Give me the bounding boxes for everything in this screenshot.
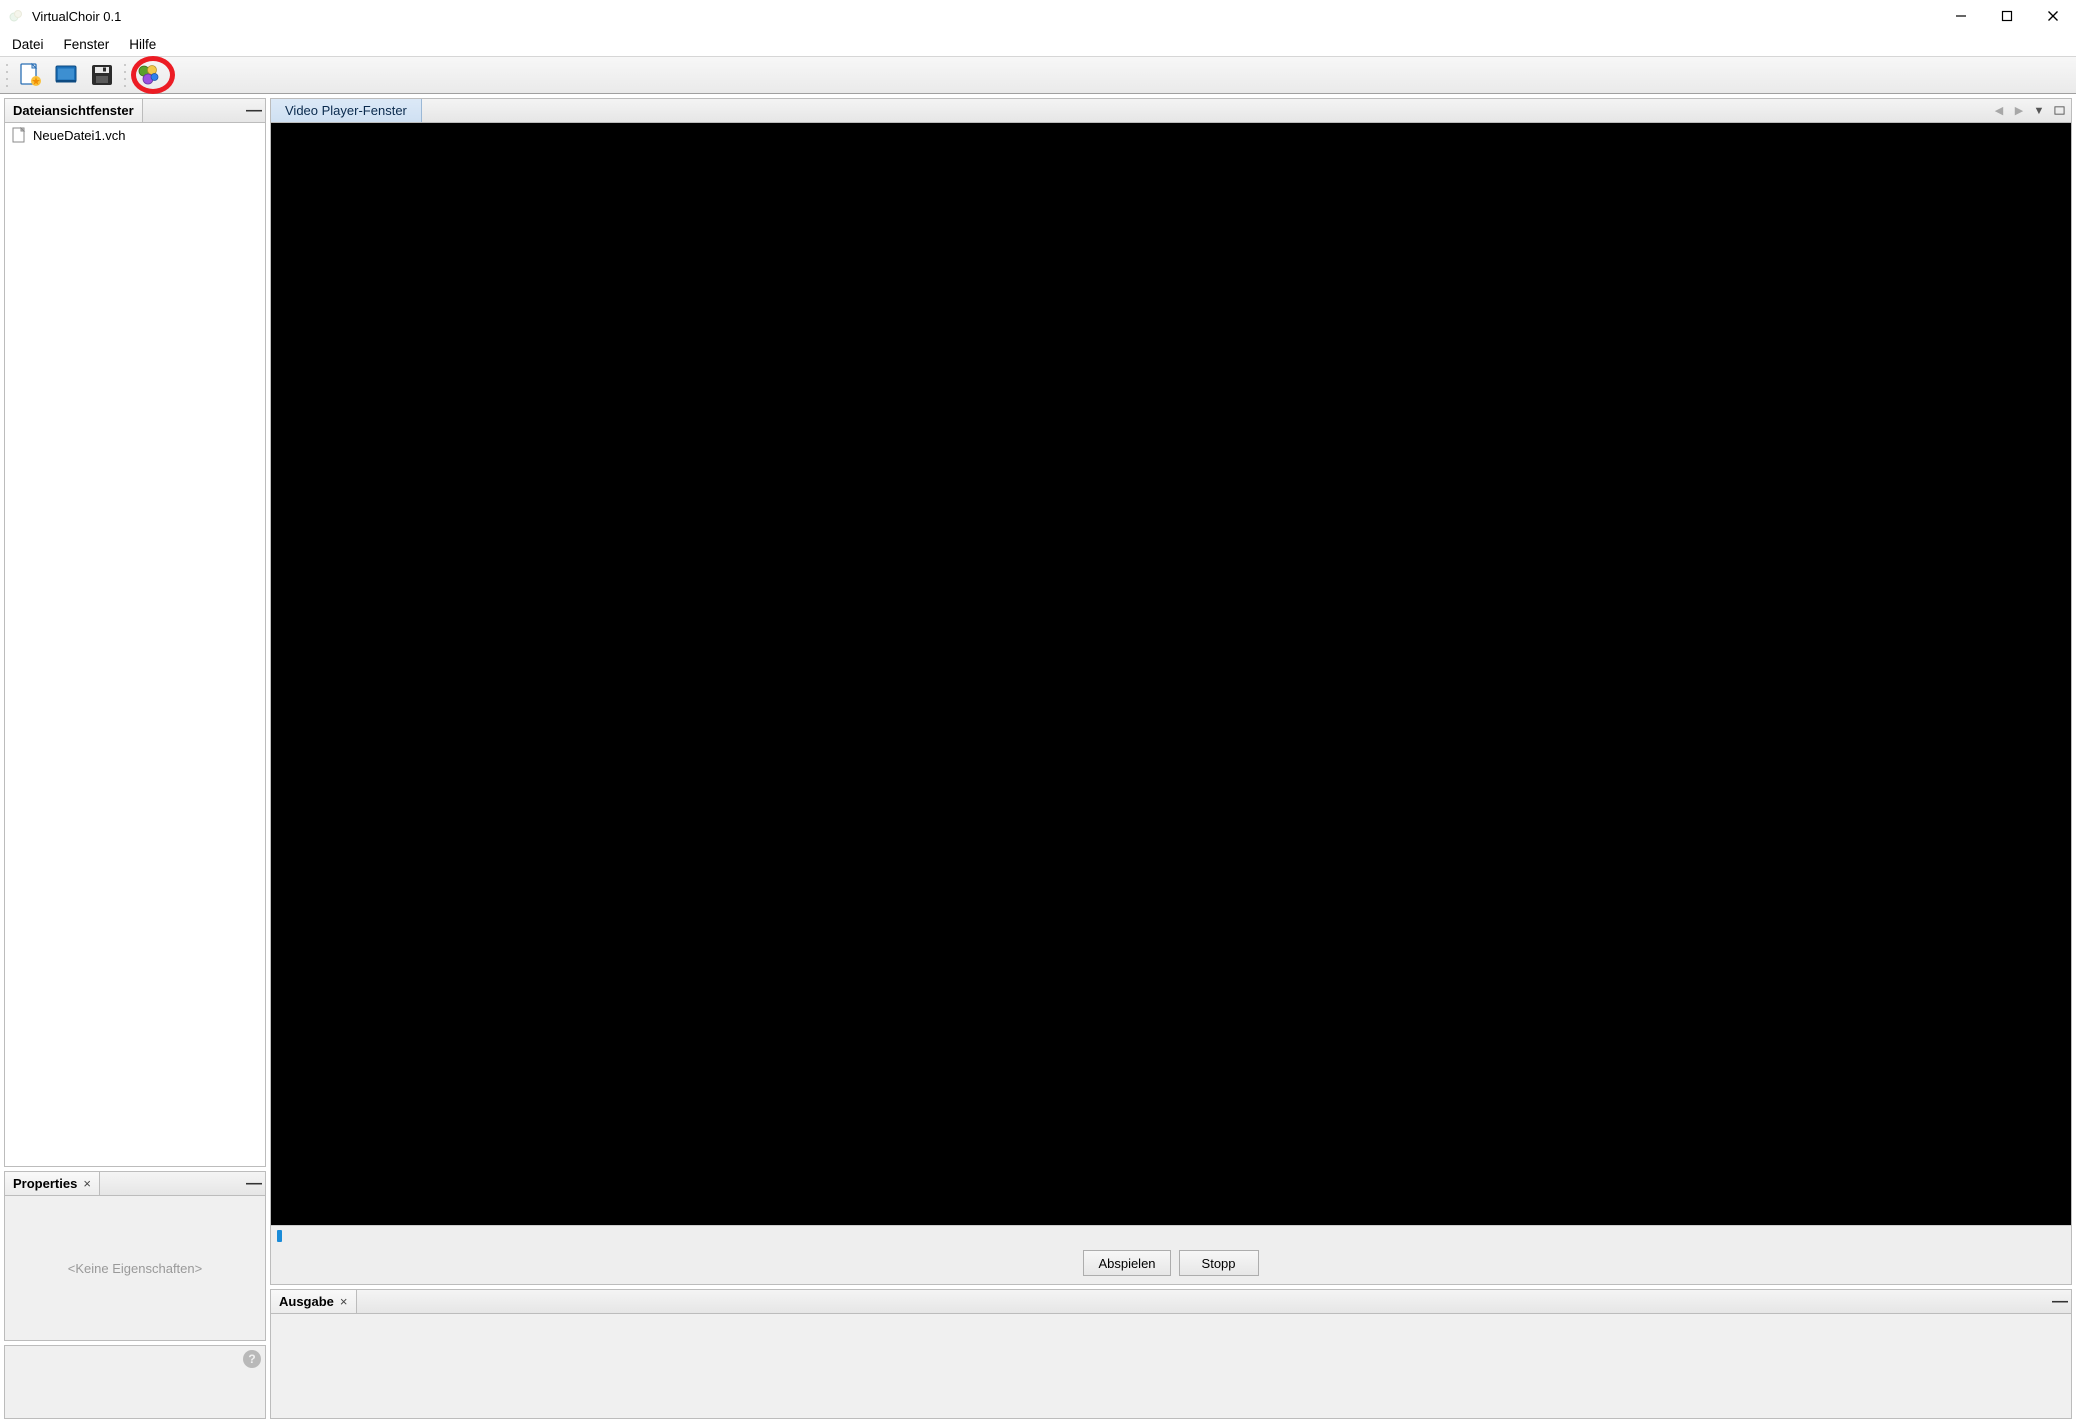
tab-next-icon: ▶ bbox=[2011, 103, 2027, 119]
app-title: VirtualChoir 0.1 bbox=[32, 9, 1938, 24]
video-progress[interactable] bbox=[277, 1230, 2065, 1240]
file-name: NeueDatei1.vch bbox=[33, 128, 126, 143]
video-viewport[interactable] bbox=[271, 123, 2071, 1225]
titlebar: VirtualChoir 0.1 bbox=[0, 0, 2076, 32]
right-column: Video Player-Fenster ◀ ▶ ▼ bbox=[270, 98, 2072, 1419]
output-header: Ausgabe × — bbox=[271, 1290, 2071, 1314]
properties-body: <Keine Eigenschaften> bbox=[5, 1196, 265, 1340]
new-file-icon bbox=[17, 62, 43, 88]
file-view-minimize[interactable]: — bbox=[243, 99, 265, 122]
file-view-header: Dateiansichtfenster — bbox=[5, 99, 265, 123]
people-button[interactable] bbox=[132, 59, 164, 91]
output-tab[interactable]: Ausgabe × bbox=[271, 1290, 357, 1313]
menu-file[interactable]: Datei bbox=[2, 35, 54, 54]
properties-tab[interactable]: Properties × bbox=[5, 1172, 100, 1195]
left-column: Dateiansichtfenster — NeueDatei1.vch bbox=[4, 98, 266, 1419]
window-controls bbox=[1938, 0, 2076, 32]
toolbar-grip-2 bbox=[123, 61, 127, 89]
hint-icon[interactable]: ? bbox=[243, 1350, 261, 1368]
tab-maximize-icon[interactable] bbox=[2051, 103, 2067, 119]
output-minimize[interactable]: — bbox=[2049, 1290, 2071, 1313]
app-window: VirtualChoir 0.1 Datei Fenster Hilfe bbox=[0, 0, 2076, 1423]
output-close-icon[interactable]: × bbox=[340, 1294, 348, 1309]
properties-panel: Properties × — <Keine Eigenschaften> bbox=[4, 1171, 266, 1341]
menubar: Datei Fenster Hilfe bbox=[0, 32, 2076, 56]
properties-title: Properties bbox=[13, 1176, 77, 1191]
maximize-button[interactable] bbox=[1984, 0, 2030, 32]
video-controls: Abspielen Stopp bbox=[271, 1225, 2071, 1284]
toolbar bbox=[0, 56, 2076, 94]
file-view-panel: Dateiansichtfenster — NeueDatei1.vch bbox=[4, 98, 266, 1167]
video-player-panel: Video Player-Fenster ◀ ▶ ▼ bbox=[270, 98, 2072, 1285]
properties-close-icon[interactable]: × bbox=[83, 1176, 91, 1191]
video-tab-label: Video Player-Fenster bbox=[285, 103, 407, 118]
new-file-button[interactable] bbox=[14, 59, 46, 91]
hint-panel: ? bbox=[4, 1345, 266, 1419]
minimize-button[interactable] bbox=[1938, 0, 1984, 32]
video-progress-thumb[interactable] bbox=[277, 1230, 282, 1242]
output-body bbox=[271, 1314, 2071, 1418]
toolbar-grip bbox=[5, 61, 9, 89]
file-list: NeueDatei1.vch bbox=[5, 123, 265, 1166]
open-folder-icon bbox=[53, 62, 79, 88]
playback-buttons: Abspielen Stopp bbox=[277, 1250, 2065, 1276]
tab-menu-icon[interactable]: ▼ bbox=[2031, 103, 2047, 119]
file-view-tab[interactable]: Dateiansichtfenster bbox=[5, 99, 143, 122]
app-icon bbox=[8, 8, 24, 24]
properties-minimize[interactable]: — bbox=[243, 1172, 265, 1195]
video-header-controls: ◀ ▶ ▼ bbox=[1991, 103, 2071, 119]
main-content: Dateiansichtfenster — NeueDatei1.vch bbox=[0, 94, 2076, 1423]
open-button[interactable] bbox=[50, 59, 82, 91]
file-view-title: Dateiansichtfenster bbox=[13, 103, 134, 118]
play-button[interactable]: Abspielen bbox=[1083, 1250, 1170, 1276]
output-panel: Ausgabe × — bbox=[270, 1289, 2072, 1419]
people-icon bbox=[135, 62, 161, 88]
file-icon bbox=[11, 127, 27, 143]
menu-window[interactable]: Fenster bbox=[54, 35, 120, 54]
video-player-tab[interactable]: Video Player-Fenster bbox=[271, 99, 422, 122]
properties-empty-text: <Keine Eigenschaften> bbox=[68, 1261, 202, 1276]
tab-prev-icon: ◀ bbox=[1991, 103, 2007, 119]
video-header: Video Player-Fenster ◀ ▶ ▼ bbox=[271, 99, 2071, 123]
close-button[interactable] bbox=[2030, 0, 2076, 32]
output-title: Ausgabe bbox=[279, 1294, 334, 1309]
stop-button[interactable]: Stopp bbox=[1179, 1250, 1259, 1276]
properties-header: Properties × — bbox=[5, 1172, 265, 1196]
save-icon bbox=[89, 62, 115, 88]
save-button[interactable] bbox=[86, 59, 118, 91]
file-item[interactable]: NeueDatei1.vch bbox=[7, 125, 263, 145]
menu-help[interactable]: Hilfe bbox=[119, 35, 166, 54]
